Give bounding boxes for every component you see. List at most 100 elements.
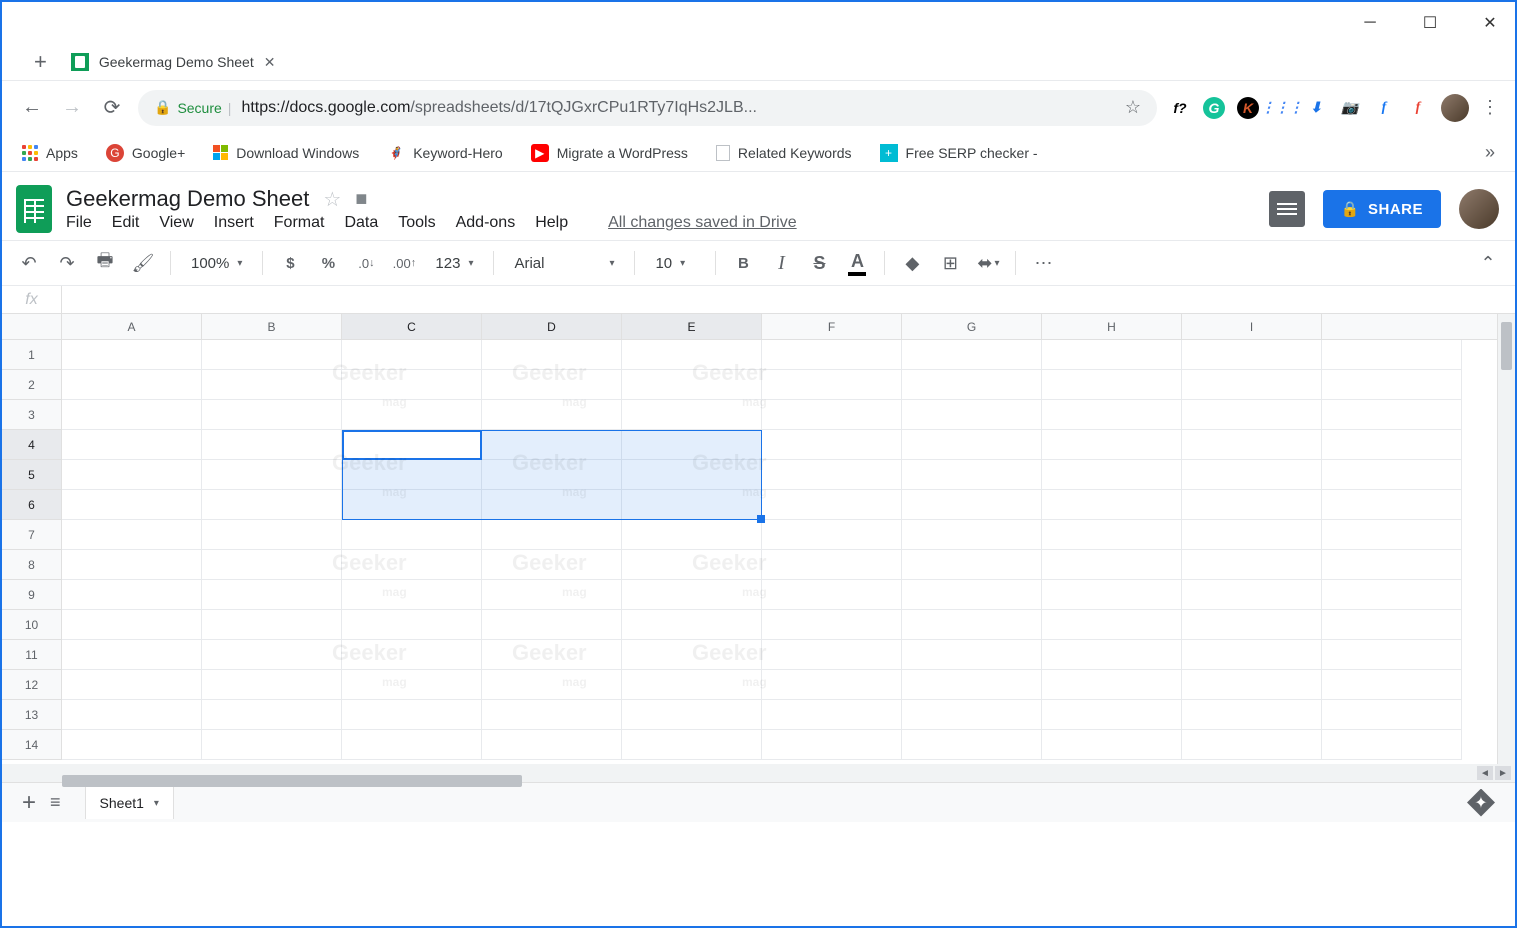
row-header-7[interactable]: 7 [2,520,62,550]
percent-button[interactable]: % [311,247,345,279]
profile-avatar[interactable] [1441,94,1469,122]
col-header-c[interactable]: C [342,314,482,339]
menu-tools[interactable]: Tools [398,214,435,232]
row-header-3[interactable]: 3 [2,400,62,430]
bookmark-related-keywords[interactable]: Related Keywords [716,145,852,161]
url-bar[interactable]: 🔒 Secure | https://docs.google.com/sprea… [138,90,1157,126]
window-maximize-button[interactable]: ☐ [1415,8,1445,38]
col-header-e[interactable]: E [622,314,762,339]
col-header-b[interactable]: B [202,314,342,339]
print-button[interactable]: 🖶 [88,247,122,279]
grammarly-extension-icon[interactable]: G [1203,97,1225,119]
scroll-left-button[interactable]: ◄ [1477,766,1493,780]
vertical-scrollbar[interactable] [1497,314,1515,764]
move-folder-button[interactable]: ■ [355,188,367,211]
window-close-button[interactable]: ✕ [1475,8,1505,38]
facebook-extension-icon[interactable]: f [1373,97,1395,119]
horizontal-scrollbar[interactable]: ◄ ► [2,764,1515,782]
account-avatar[interactable] [1459,189,1499,229]
col-header-g[interactable]: G [902,314,1042,339]
redo-button[interactable]: ↷ [50,247,84,279]
bold-button[interactable]: B [726,247,760,279]
menu-edit[interactable]: Edit [112,214,140,232]
bookmark-migrate-wordpress[interactable]: ▶ Migrate a WordPress [531,144,688,162]
row-header-6[interactable]: 6 [2,490,62,520]
text-color-button[interactable]: A [840,247,874,279]
comments-button[interactable] [1269,191,1305,227]
row-header-14[interactable]: 14 [2,730,62,760]
sheet-tab-menu-icon[interactable]: ▾ [154,798,159,809]
screenshot-extension-icon[interactable]: 📷 [1339,97,1361,119]
menu-addons[interactable]: Add-ons [456,214,516,232]
menu-help[interactable]: Help [535,214,568,232]
col-header-a[interactable]: A [62,314,202,339]
menu-file[interactable]: File [66,214,92,232]
back-button[interactable]: ← [18,94,46,122]
bookmarks-overflow-button[interactable]: » [1485,142,1495,163]
new-tab-button[interactable]: + [22,49,59,75]
collapse-toolbar-button[interactable]: ⌃ [1471,247,1505,279]
italic-button[interactable]: I [764,247,798,279]
bookmark-apps[interactable]: Apps [22,145,78,161]
row-header-13[interactable]: 13 [2,700,62,730]
row-header-1[interactable]: 1 [2,340,62,370]
save-status-link[interactable]: All changes saved in Drive [608,214,797,232]
row-header-12[interactable]: 12 [2,670,62,700]
tab-close-button[interactable]: ✕ [264,54,276,71]
vertical-scroll-thumb[interactable] [1501,322,1512,370]
window-minimize-button[interactable]: ─ [1355,8,1385,38]
whatfont-extension-icon[interactable]: f? [1169,97,1191,119]
more-toolbar-button[interactable]: ⋯ [1026,247,1060,279]
merge-cells-button[interactable]: ⬌▾ [971,247,1005,279]
currency-button[interactable]: $ [273,247,307,279]
fill-color-button[interactable]: ◆ [895,247,929,279]
fx-label[interactable]: fx [2,286,62,313]
font-size-select[interactable]: 10▾ [645,255,705,272]
col-header-h[interactable]: H [1042,314,1182,339]
extension-icon-red-f[interactable]: f [1407,97,1429,119]
cells-area[interactable]: Geekermag Geekermag Geekermag Geekermag … [62,340,1462,760]
extension-icon-download[interactable]: ⬇ [1305,97,1327,119]
row-header-9[interactable]: 9 [2,580,62,610]
font-family-select[interactable]: Arial▾ [504,255,624,272]
bookmark-keyword-hero[interactable]: 🦸 Keyword-Hero [387,144,502,162]
share-button[interactable]: 🔒 SHARE [1323,190,1441,228]
row-header-2[interactable]: 2 [2,370,62,400]
row-header-8[interactable]: 8 [2,550,62,580]
browser-menu-button[interactable]: ⋮ [1481,97,1499,118]
number-format-select[interactable]: 123▾ [425,255,483,272]
strikethrough-button[interactable]: S [802,247,836,279]
horizontal-scroll-thumb[interactable] [62,775,522,787]
sheet-tab-1[interactable]: Sheet1 ▾ [85,786,174,819]
bookmark-google-plus[interactable]: G Google+ [106,144,185,162]
increase-decimal-button[interactable]: .00↑ [387,247,421,279]
col-header-i[interactable]: I [1182,314,1322,339]
all-sheets-button[interactable]: ≡ [50,792,61,813]
row-header-11[interactable]: 11 [2,640,62,670]
undo-button[interactable]: ↶ [12,247,46,279]
menu-data[interactable]: Data [344,214,378,232]
zoom-select[interactable]: 100%▾ [181,255,252,272]
menu-insert[interactable]: Insert [214,214,254,232]
add-sheet-button[interactable]: + [22,789,36,817]
explore-button[interactable]: ✦ [1467,789,1495,817]
scroll-right-button[interactable]: ► [1495,766,1511,780]
col-header-d[interactable]: D [482,314,622,339]
forward-button[interactable]: → [58,94,86,122]
browser-tab[interactable]: Geekermag Demo Sheet ✕ [59,44,288,80]
col-header-f[interactable]: F [762,314,902,339]
decrease-decimal-button[interactable]: .0↓ [349,247,383,279]
bookmark-serp-checker[interactable]: + Free SERP checker - [880,144,1038,162]
extension-icon-grid[interactable]: ⋮⋮⋮ [1271,97,1293,119]
sheets-logo-icon[interactable] [12,180,56,238]
row-header-5[interactable]: 5 [2,460,62,490]
menu-view[interactable]: View [159,214,193,232]
row-header-10[interactable]: 10 [2,610,62,640]
select-all-corner[interactable] [2,314,62,339]
star-document-button[interactable]: ☆ [323,187,341,212]
paint-format-button[interactable]: 🖌 [126,247,160,279]
formula-input[interactable] [62,286,1515,313]
borders-button[interactable]: ⊞ [933,247,967,279]
extension-icon-k[interactable]: K [1237,97,1259,119]
bookmark-star-button[interactable]: ☆ [1125,97,1141,118]
